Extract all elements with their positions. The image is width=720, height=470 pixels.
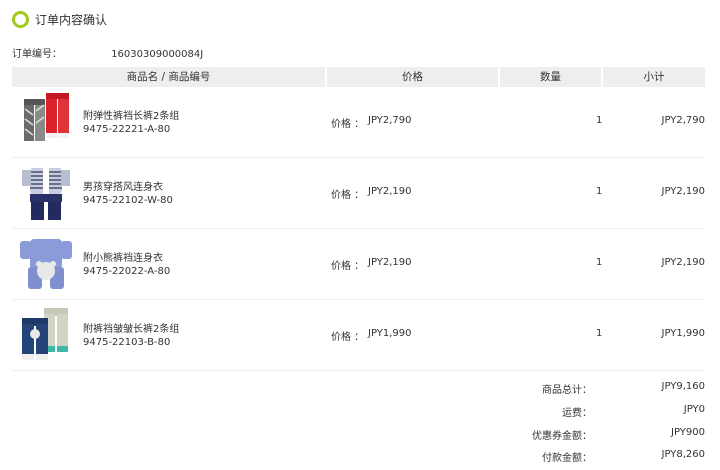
order-number-value: 16030309000084J bbox=[111, 49, 204, 60]
quantity-value: 1 bbox=[596, 328, 603, 339]
price-value: JPY2,190 bbox=[368, 186, 412, 197]
summary-label: 商品总计： bbox=[542, 385, 592, 396]
summary-value: JPY8,260 bbox=[661, 449, 706, 460]
page-title-text: 订单内容确认 bbox=[35, 12, 108, 27]
price-label: 价格 ： bbox=[331, 190, 365, 201]
product-name[interactable]: 附裤裆皱皱长裤2条组 bbox=[83, 320, 179, 335]
subtotal-value: JPY1,990 bbox=[661, 328, 706, 339]
product-code: 9475-22102-W-80 bbox=[83, 195, 173, 206]
quantity-value: 1 bbox=[596, 115, 603, 126]
order-number-label: 订单编号： bbox=[12, 49, 62, 60]
price-value: JPY2,190 bbox=[368, 257, 412, 268]
product-code: 9475-22022-A-80 bbox=[83, 266, 171, 277]
summary-items-total: 商品总计： JPY9,160 bbox=[405, 381, 705, 397]
quantity-value: 1 bbox=[596, 257, 603, 268]
product-name[interactable]: 男孩穿搭风连身衣 bbox=[83, 178, 163, 193]
product-code: 9475-22221-A-80 bbox=[83, 124, 171, 135]
table-row: 附小熊裤裆连身衣 9475-22022-A-80 价格 ： JPY2,190 1… bbox=[12, 229, 705, 300]
quantity-value: 1 bbox=[596, 186, 603, 197]
product-name[interactable]: 附弹性裤裆长裤2条组 bbox=[83, 107, 179, 122]
product-code: 9475-22103-B-80 bbox=[83, 337, 171, 348]
bear-romper-icon[interactable] bbox=[16, 233, 76, 295]
page-title: 订单内容确认 bbox=[12, 10, 107, 28]
table-row: 附裤裆皱皱长裤2条组 9475-22103-B-80 价格 ： JPY1,990… bbox=[12, 300, 705, 371]
price-label: 价格 ： bbox=[331, 119, 365, 130]
summary-payment-total: 付款金额： JPY8,260 bbox=[405, 449, 705, 465]
subtotal-value: JPY2,190 bbox=[661, 257, 706, 268]
summary-shipping: 运费： JPY0 bbox=[405, 404, 705, 420]
pants-pair-icon[interactable] bbox=[16, 304, 76, 366]
subtotal-value: JPY2,190 bbox=[661, 186, 706, 197]
header-quantity: 数量 bbox=[500, 67, 603, 87]
product-name[interactable]: 附小熊裤裆连身衣 bbox=[83, 249, 163, 264]
header-price: 价格 bbox=[327, 67, 500, 87]
price-label: 价格 ： bbox=[331, 332, 365, 343]
circle-icon bbox=[12, 10, 29, 28]
pants-set-icon[interactable] bbox=[16, 91, 76, 153]
summary-value: JPY9,160 bbox=[661, 381, 706, 392]
table-row: 男孩穿搭风连身衣 9475-22102-W-80 价格 ： JPY2,190 1… bbox=[12, 158, 705, 229]
table-header: 商品名 / 商品编号 价格 数量 小计 bbox=[12, 67, 705, 87]
header-product: 商品名 / 商品编号 bbox=[12, 67, 327, 87]
subtotal-value: JPY2,790 bbox=[661, 115, 706, 126]
price-value: JPY2,790 bbox=[368, 115, 412, 126]
summary-value: JPY900 bbox=[671, 427, 705, 438]
price-label: 价格 ： bbox=[331, 261, 365, 272]
summary-value: JPY0 bbox=[683, 404, 705, 415]
romper-vest-icon[interactable] bbox=[16, 162, 76, 224]
summary-coupon: 优惠券金额： JPY900 bbox=[405, 427, 705, 443]
table-row: 附弹性裤裆长裤2条组 9475-22221-A-80 价格 ： JPY2,790… bbox=[12, 87, 705, 158]
order-number-row: 订单编号： 16030309000084J bbox=[12, 45, 203, 60]
price-value: JPY1,990 bbox=[368, 328, 412, 339]
summary-label: 运费： bbox=[562, 408, 592, 419]
summary-label: 付款金额： bbox=[542, 453, 592, 464]
summary-label: 优惠券金额： bbox=[532, 431, 592, 442]
header-subtotal: 小计 bbox=[643, 71, 665, 83]
